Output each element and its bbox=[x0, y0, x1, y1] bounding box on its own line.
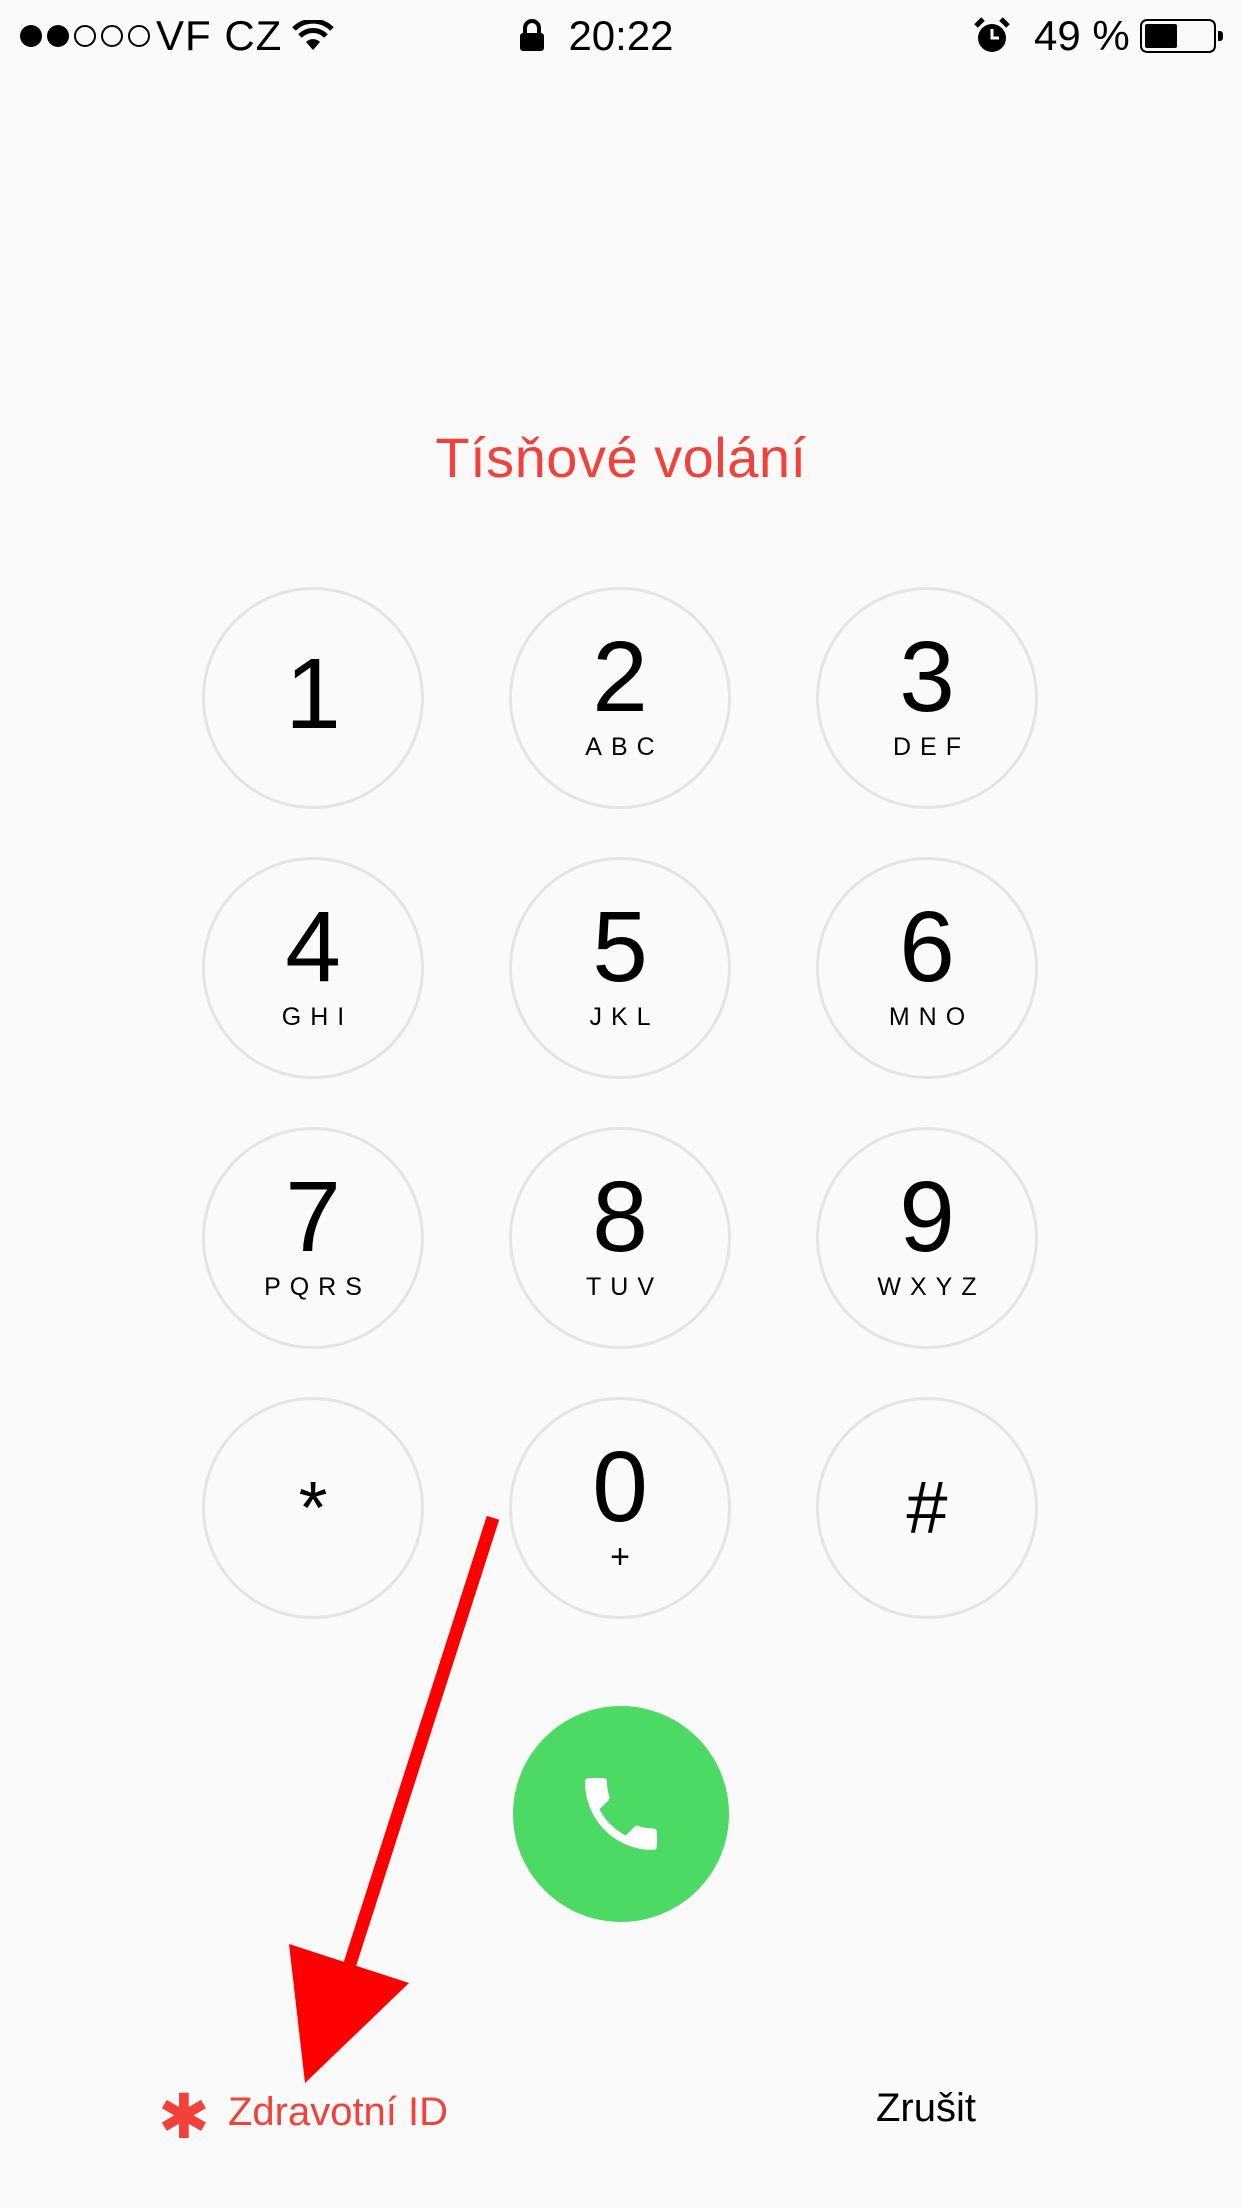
key-digit: 6 bbox=[899, 891, 955, 1003]
phone-icon bbox=[585, 1778, 657, 1850]
alarm-clock-icon bbox=[972, 0, 1012, 72]
key-letters: WXYZ bbox=[877, 1273, 986, 1301]
keypad: 1 2 ABC 3 DEF 4 GHI 5 JKL 6 MNO 7 PQRS 8 TUV 9 WXYZ * 0 + # bbox=[202, 587, 1040, 1619]
keypad-key-1[interactable]: 1 bbox=[202, 587, 424, 809]
keypad-key-9[interactable]: 9 WXYZ bbox=[816, 1127, 1038, 1349]
time-label: 20:22 bbox=[568, 12, 674, 59]
signal-dot bbox=[128, 25, 150, 47]
signal-dot bbox=[74, 25, 96, 47]
lock-icon bbox=[518, 0, 546, 72]
key-letters: GHI bbox=[281, 1003, 354, 1031]
battery-level bbox=[1145, 24, 1178, 48]
key-digit: 7 bbox=[285, 1161, 341, 1273]
keypad-key-6[interactable]: 6 MNO bbox=[816, 857, 1038, 1079]
signal-dot bbox=[101, 25, 123, 47]
keypad-key-7[interactable]: 7 PQRS bbox=[202, 1127, 424, 1349]
keypad-key-8[interactable]: 8 TUV bbox=[509, 1127, 731, 1349]
key-digit: 8 bbox=[592, 1161, 648, 1273]
medical-id-button[interactable]: ✱ Zdravotní ID bbox=[158, 2083, 449, 2152]
key-letters: PQRS bbox=[264, 1273, 371, 1301]
keypad-key-4[interactable]: 4 GHI bbox=[202, 857, 424, 1079]
key-digit: 3 bbox=[899, 621, 955, 733]
key-letters: MNO bbox=[888, 1003, 975, 1031]
keypad-key-3[interactable]: 3 DEF bbox=[816, 587, 1038, 809]
emergency-call-title: Tísňové volání bbox=[435, 426, 807, 489]
signal-strength-icon bbox=[20, 0, 150, 72]
key-digit: 4 bbox=[285, 891, 341, 1003]
key-letters: JKL bbox=[589, 1003, 660, 1031]
key-digit: * bbox=[298, 1466, 328, 1549]
signal-dot bbox=[47, 25, 69, 47]
key-digit: # bbox=[906, 1466, 948, 1549]
signal-dot bbox=[20, 25, 42, 47]
keypad-key-hash[interactable]: # bbox=[816, 1397, 1038, 1619]
battery-percentage: 49 % bbox=[1034, 12, 1130, 59]
keypad-key-2[interactable]: 2 ABC bbox=[509, 587, 731, 809]
key-letters: DEF bbox=[893, 733, 970, 761]
keypad-key-5[interactable]: 5 JKL bbox=[509, 857, 731, 1079]
carrier-name: VF CZ bbox=[156, 12, 283, 59]
status-bar: VF CZ 20:22 49 % bbox=[0, 0, 1242, 72]
battery-icon bbox=[1140, 0, 1223, 72]
cancel-button[interactable]: Zrušit bbox=[876, 2086, 976, 2131]
keypad-key-asterisk[interactable]: * bbox=[202, 1397, 424, 1619]
key-letters: + bbox=[610, 1538, 630, 1576]
key-letters: TUV bbox=[586, 1273, 663, 1301]
key-digit: 1 bbox=[285, 638, 341, 750]
medical-asterisk-icon: ✱ bbox=[158, 2083, 210, 2152]
key-digit: 0 bbox=[592, 1431, 648, 1543]
call-button[interactable] bbox=[513, 1706, 729, 1922]
keypad-key-0[interactable]: 0 + bbox=[509, 1397, 731, 1619]
key-digit: 9 bbox=[899, 1161, 955, 1273]
medical-id-label: Zdravotní ID bbox=[227, 2089, 449, 2134]
wifi-icon bbox=[292, 0, 334, 72]
key-letters: ABC bbox=[585, 733, 664, 761]
key-digit: 2 bbox=[592, 621, 648, 733]
key-digit: 5 bbox=[592, 891, 648, 1003]
battery-tip bbox=[1218, 31, 1223, 41]
battery-body bbox=[1140, 19, 1223, 53]
